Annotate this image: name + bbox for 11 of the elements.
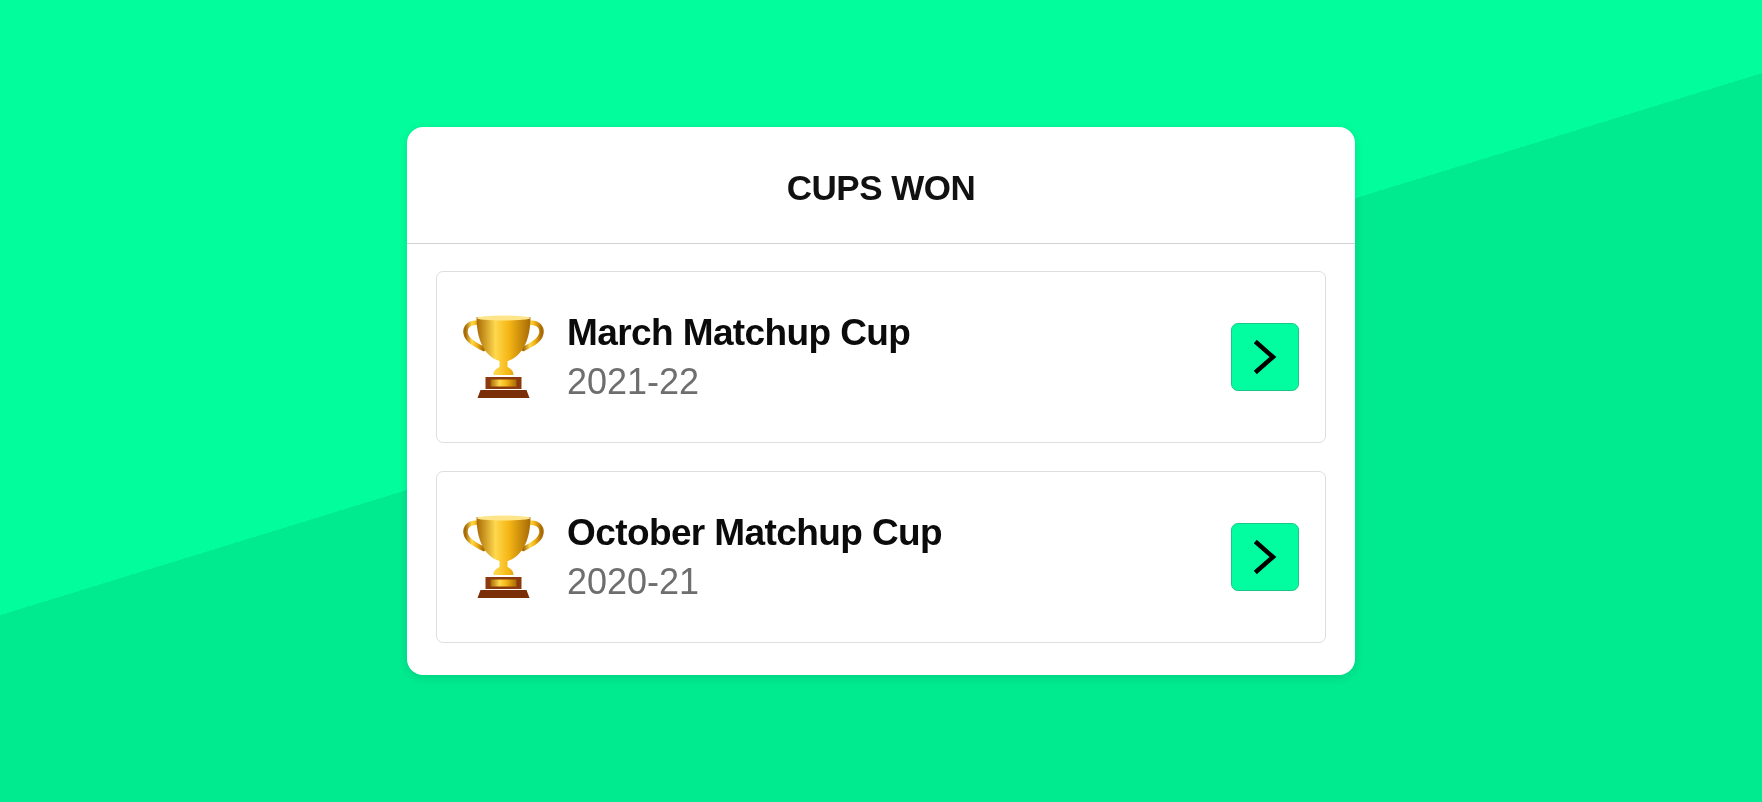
cup-name: March Matchup Cup	[567, 311, 911, 356]
trophy-icon	[463, 515, 544, 599]
cup-season: 2020-21	[567, 559, 700, 603]
chevron-right-icon	[1253, 340, 1277, 374]
chevron-right-icon	[1253, 540, 1277, 574]
trophy-icon	[463, 315, 544, 399]
panel-title: CUPS WON	[786, 167, 976, 208]
cup-name: October Matchup Cup	[567, 511, 943, 556]
open-button[interactable]	[1231, 523, 1299, 591]
open-button[interactable]	[1231, 323, 1299, 391]
cup-season: 2021-22	[567, 359, 700, 403]
